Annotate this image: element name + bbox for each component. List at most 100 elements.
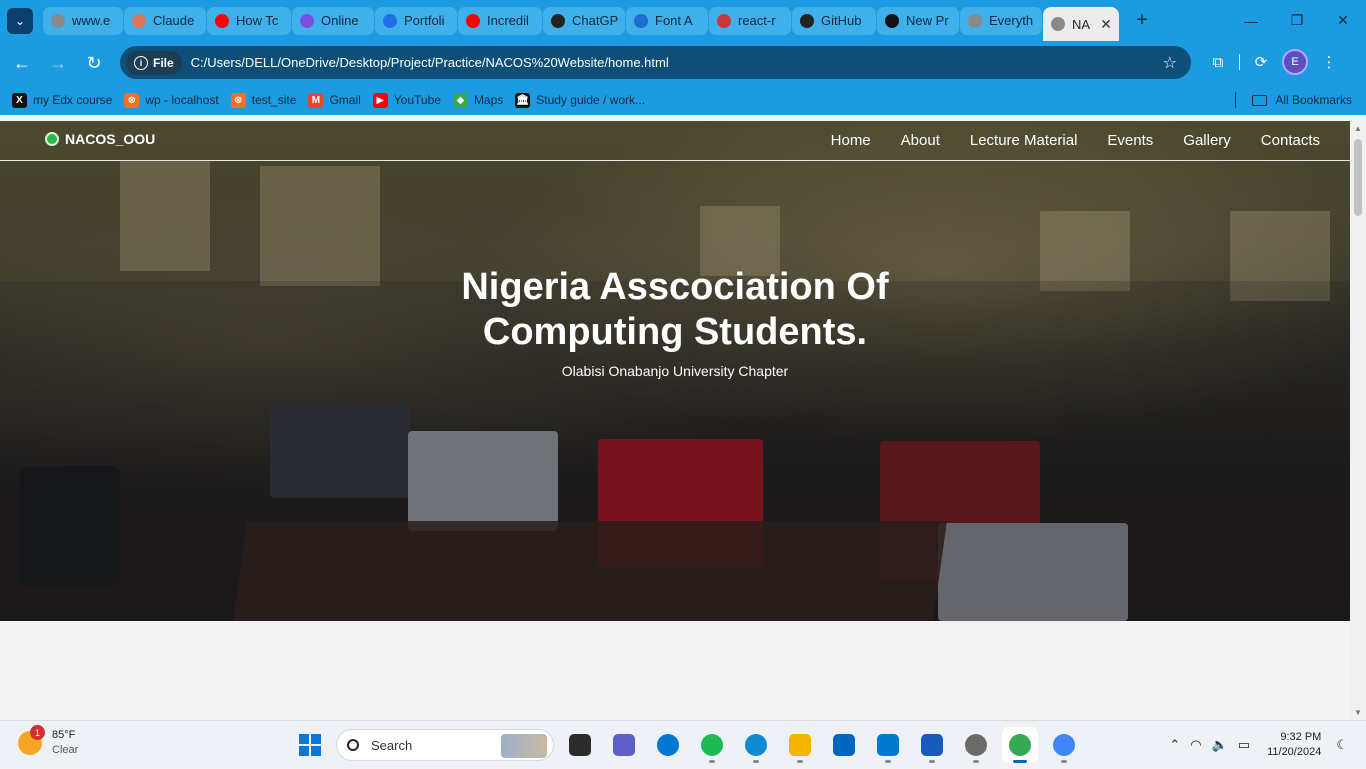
extensions-icon[interactable]: ⧉ bbox=[1205, 47, 1231, 77]
new-tab-button[interactable]: + bbox=[1128, 7, 1156, 35]
taskbar-app-chrome[interactable] bbox=[1002, 727, 1038, 763]
bookmark-item[interactable]: M Gmail bbox=[308, 92, 361, 108]
profile-avatar[interactable]: E bbox=[1282, 49, 1308, 75]
taskbar-app-skype[interactable] bbox=[650, 727, 686, 763]
bookmarks-bar: Xmy Edx course ⊗ wp - localhost ⊗ test_site M… bbox=[0, 85, 1366, 115]
tab-strip: ⌄ www.e Claude How Tc Online Portfoli Incredi… bbox=[0, 0, 1366, 41]
bookmark-item[interactable]: ▶ YouTube bbox=[372, 92, 441, 108]
bookmark-item[interactable]: ⊗ test_site bbox=[230, 92, 296, 108]
scroll-up-arrow-icon[interactable]: ▲ bbox=[1354, 124, 1362, 133]
close-window-button[interactable]: ✕ bbox=[1320, 0, 1366, 41]
tab-active[interactable]: NA ✕ bbox=[1043, 7, 1119, 41]
tab[interactable]: New Pr bbox=[877, 6, 959, 35]
bookmark-label: Study guide / work... bbox=[536, 93, 646, 107]
skype-icon bbox=[657, 734, 679, 756]
reload-button[interactable]: ↻ bbox=[76, 47, 112, 79]
tab-favicon-icon bbox=[132, 13, 146, 28]
back-button[interactable]: ← bbox=[4, 47, 40, 79]
bookmark-item[interactable]: ◆ Maps bbox=[452, 92, 503, 108]
taskbar-app-task-view[interactable] bbox=[562, 727, 598, 763]
all-bookmarks[interactable]: All Bookmarks bbox=[1235, 92, 1352, 108]
volume-icon[interactable]: 🔈 bbox=[1212, 737, 1228, 753]
do-not-disturb-icon[interactable]: ☾ bbox=[1336, 737, 1348, 753]
bookmark-item[interactable]: 🏛 Study guide / work... bbox=[515, 92, 646, 108]
tab-label: GitHub bbox=[821, 13, 862, 28]
taskbar-app-vscode[interactable] bbox=[870, 727, 906, 763]
taskbar-app-microsoft-store[interactable] bbox=[826, 727, 862, 763]
tab-label: How Tc bbox=[236, 13, 279, 28]
toolbar-divider bbox=[1239, 54, 1240, 70]
tab-list: www.e Claude How Tc Online Portfoli Incredil C… bbox=[43, 0, 1120, 41]
tab[interactable]: How Tc bbox=[207, 6, 291, 35]
tab[interactable]: Font A bbox=[626, 6, 708, 35]
teams-icon bbox=[613, 734, 635, 756]
taskbar-app-chrome-profile[interactable] bbox=[1046, 727, 1082, 763]
taskbar-search[interactable]: Search bbox=[336, 729, 554, 761]
tab-label: ChatGP bbox=[572, 13, 619, 28]
edge-icon bbox=[745, 734, 767, 756]
tab[interactable]: Online bbox=[292, 6, 374, 35]
weather-widget[interactable]: 1 85°F Clear bbox=[18, 725, 78, 758]
taskbar-app-teams[interactable] bbox=[606, 727, 642, 763]
hero-title-line: Nigeria Asscociation Of bbox=[461, 266, 889, 308]
nav-link-contacts[interactable]: Contacts bbox=[1261, 132, 1320, 149]
tab-favicon-icon bbox=[215, 13, 229, 28]
taskbar-app-file-explorer[interactable] bbox=[782, 727, 818, 763]
tab-favicon-icon bbox=[551, 13, 565, 28]
taskbar-app-spotify[interactable] bbox=[694, 727, 730, 763]
scrollbar-thumb[interactable] bbox=[1354, 139, 1362, 216]
taskbar-app-settings[interactable] bbox=[958, 727, 994, 763]
tab-favicon-icon bbox=[717, 13, 731, 28]
wifi-icon[interactable]: ◠ bbox=[1190, 737, 1201, 753]
tab-label: Incredil bbox=[487, 13, 529, 28]
scroll-down-arrow-icon[interactable]: ▼ bbox=[1354, 708, 1362, 717]
page-scrollbar[interactable]: ▲ ▼ bbox=[1350, 121, 1366, 720]
address-bar[interactable]: i File C:/Users/DELL/OneDrive/Desktop/Pr… bbox=[120, 46, 1191, 79]
tab-label: Online bbox=[321, 13, 359, 28]
tab-label: www.e bbox=[72, 13, 111, 28]
tab[interactable]: Incredil bbox=[458, 6, 542, 35]
restore-button[interactable]: ❐ bbox=[1274, 0, 1320, 41]
weather-badge: 1 bbox=[30, 725, 45, 740]
forward-button[interactable]: → bbox=[40, 47, 76, 79]
bookmarks-divider bbox=[1235, 92, 1237, 108]
brand-logo-icon bbox=[45, 132, 59, 146]
tab[interactable]: ChatGP bbox=[543, 6, 625, 35]
bookmark-item[interactable]: ⊗ wp - localhost bbox=[124, 92, 219, 108]
nav-link-gallery[interactable]: Gallery bbox=[1183, 132, 1231, 149]
tab[interactable]: react-r bbox=[709, 6, 791, 35]
bookmark-item[interactable]: Xmy Edx course bbox=[12, 92, 112, 108]
nav-link-about[interactable]: About bbox=[901, 132, 940, 149]
tab[interactable]: www.e bbox=[43, 6, 123, 35]
tab[interactable]: Everyth bbox=[960, 6, 1042, 35]
nav-link-lecture-material[interactable]: Lecture Material bbox=[970, 132, 1078, 149]
taskbar-center: Search bbox=[292, 727, 1082, 763]
site-brand[interactable]: NACOS_OOU bbox=[45, 131, 155, 147]
start-button[interactable] bbox=[292, 727, 328, 763]
close-tab-icon[interactable]: ✕ bbox=[1100, 16, 1112, 33]
tab[interactable]: GitHub bbox=[792, 6, 876, 35]
bookmark-star-icon[interactable]: ☆ bbox=[1163, 53, 1177, 73]
search-icon bbox=[347, 739, 359, 751]
chevron-up-icon[interactable]: ⌃ bbox=[1169, 737, 1180, 753]
menu-kebab-icon[interactable]: ⋮ bbox=[1316, 47, 1342, 77]
taskbar-app-word[interactable] bbox=[914, 727, 950, 763]
minimize-button[interactable]: — bbox=[1228, 0, 1274, 41]
bookmark-label: Gmail bbox=[329, 93, 361, 107]
url-text[interactable]: C:/Users/DELL/OneDrive/Desktop/Project/P… bbox=[191, 55, 669, 70]
site-menu: Home About Lecture Material Events Gallery Co… bbox=[831, 132, 1320, 149]
spotify-icon bbox=[701, 734, 723, 756]
nav-link-events[interactable]: Events bbox=[1107, 132, 1153, 149]
tab[interactable]: Portfoli bbox=[375, 6, 457, 35]
system-tray: ⌃ ◠ 🔈 ▭ 9:32 PM 11/20/2024 ☾ bbox=[1164, 721, 1366, 769]
tab[interactable]: Claude bbox=[124, 6, 206, 35]
site-info-chip[interactable]: i File bbox=[126, 50, 182, 75]
file-explorer-icon bbox=[789, 734, 811, 756]
battery-icon[interactable]: ▭ bbox=[1238, 737, 1250, 753]
tab-search-button[interactable]: ⌄ bbox=[7, 7, 33, 34]
clock[interactable]: 9:32 PM 11/20/2024 bbox=[1267, 730, 1321, 760]
nav-link-home[interactable]: Home bbox=[831, 132, 871, 149]
taskbar-app-edge[interactable] bbox=[738, 727, 774, 763]
sync-icon[interactable]: ⟳ bbox=[1248, 47, 1274, 77]
tab-label: Portfoli bbox=[404, 13, 445, 28]
